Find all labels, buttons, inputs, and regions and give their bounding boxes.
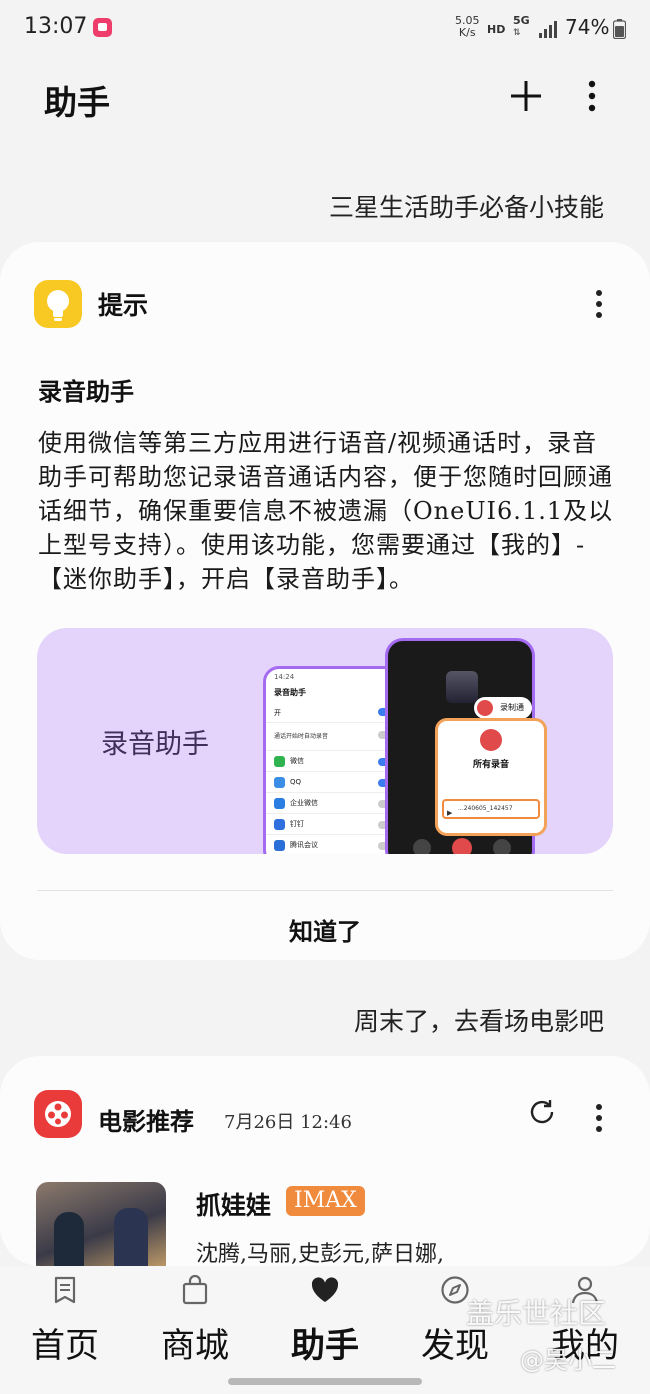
movie-card-more-button[interactable] [584, 1100, 614, 1136]
status-time: 13:07 [24, 14, 88, 39]
film-reel-icon [34, 1090, 82, 1138]
recording-file-name: ...240605_142457 [458, 805, 513, 812]
phone-settings-title: 录音助手 [274, 688, 306, 697]
call-controls [413, 838, 511, 854]
more-vertical-icon [596, 290, 602, 318]
tip-card-more-button[interactable] [584, 286, 614, 322]
app-name: 钉钉 [290, 820, 304, 828]
data-arrows-icon: ⇅ [513, 28, 521, 38]
phone-auto-record-label: 通话开始时自动录音 [274, 733, 329, 740]
all-recordings-label: 所有录音 [472, 760, 509, 770]
battery-icon [613, 19, 626, 39]
recorder-icon [480, 729, 502, 751]
app-icon [274, 756, 285, 767]
app-icon [274, 798, 285, 809]
app-name: 企业微信 [290, 799, 318, 807]
speaker-icon [493, 839, 511, 854]
phone-auto-record-row: 通话开始时自动录音 [266, 722, 400, 750]
network-type: 5G ⇅ [513, 15, 530, 39]
network-type-label: 5G [513, 14, 530, 27]
phone-main-toggle-label: 开 [274, 709, 281, 717]
phone-app-row: 钉钉 [266, 813, 400, 834]
phone-app-row: 微信 [266, 750, 400, 771]
got-it-button[interactable]: 知道了 [0, 912, 650, 947]
network-speed: 5.05 K/s [455, 15, 480, 39]
status-bar: 13:07 5.05 K/s HD 5G ⇅ 74% [0, 0, 650, 58]
phone-main-toggle-row: 开 [266, 700, 400, 722]
nav-label-home: 首页 [31, 1326, 99, 1366]
movie-cast: 沈腾,马丽,史彭元,萨日娜, [196, 1242, 444, 1266]
phone-mini-status: 14:24 [274, 673, 295, 681]
app-name: 腾讯会议 [290, 841, 318, 849]
battery-percent: 74% [565, 15, 610, 39]
movie-section-caption: 周末了，去看场电影吧 [353, 1007, 604, 1036]
phone-app-row: QQ [266, 771, 400, 792]
shopping-bag-icon [182, 1274, 208, 1305]
movie-poster[interactable] [36, 1182, 166, 1266]
poster-figure [54, 1212, 84, 1266]
nav-item-home[interactable]: 首页 [0, 1266, 130, 1376]
watermark-author: @吴小二 [520, 1346, 616, 1374]
poster-figure [114, 1208, 148, 1266]
nav-label-assistant: 助手 [291, 1326, 359, 1366]
home-indicator[interactable] [228, 1378, 422, 1385]
movie-card: 电影推荐 7月26日 12:46 抓娃娃 IMAX 沈腾,马丽,史彭元,萨日娜, [0, 1056, 650, 1266]
movie-name[interactable]: 抓娃娃 [196, 1186, 271, 1222]
microphone-icon [477, 700, 493, 716]
phone-app-list: 微信 QQ 企业微信钉钉腾讯会议 [266, 750, 400, 854]
home-doc-icon [54, 1276, 76, 1304]
record-call-pill: 录制通话 [474, 697, 532, 734]
movie-card-timestamp: 7月26日 12:46 [224, 1112, 352, 1133]
lightbulb-icon [34, 280, 82, 328]
banner-phone-settings: 14:24 录音助手 开 通话开始时自动录音 微信 QQ 企业微信钉钉腾讯会议 [263, 666, 403, 854]
network-speed-unit: K/s [458, 26, 476, 39]
app-icon [274, 777, 285, 788]
tip-banner-image: 录音助手 14:24 录音助手 开 通话开始时自动录音 微信 QQ 企业微信钉钉腾讯… [37, 628, 613, 854]
card-divider [37, 890, 613, 891]
hang-up-icon [452, 838, 472, 854]
hd-indicator: HD [487, 23, 506, 36]
nav-item-mall[interactable]: 商城 [130, 1266, 260, 1376]
heart-icon [311, 1277, 339, 1302]
refresh-icon [530, 1100, 554, 1124]
notification-app-icon [93, 18, 112, 37]
app-name: 微信 [290, 757, 304, 765]
app-icon [274, 840, 285, 851]
banner-label: 录音助手 [101, 729, 209, 760]
signal-icon [539, 21, 557, 38]
more-vertical-icon [596, 1104, 602, 1132]
app-name: QQ [290, 778, 302, 786]
phone-app-row: 企业微信 [266, 792, 400, 813]
page-title: 助手 [44, 83, 110, 122]
refresh-button[interactable] [526, 1096, 558, 1128]
header-more-button[interactable] [578, 76, 606, 116]
caller-avatar [446, 671, 478, 703]
plus-icon [511, 81, 541, 111]
mute-icon [413, 839, 431, 854]
tips-section-caption: 三星生活助手必备小技能 [328, 193, 604, 222]
imax-badge: IMAX [286, 1186, 365, 1216]
add-button[interactable] [506, 76, 546, 116]
tip-card-title: 提示 [98, 291, 149, 320]
banner-recordings-popup: 所有录音 ▶ ...240605_142457 [435, 718, 547, 836]
recording-file-row: ▶ ...240605_142457 [442, 799, 540, 819]
nav-label-mall: 商城 [161, 1326, 229, 1366]
watermark-text: 盖乐世社区 [466, 1297, 607, 1330]
tip-heading: 录音助手 [38, 377, 134, 406]
play-icon: ▶ [447, 809, 453, 817]
app-icon [274, 819, 285, 830]
more-vertical-icon [588, 80, 596, 112]
phone-app-row: 腾讯会议 [266, 834, 400, 854]
tip-body-text: 使用微信等第三方应用进行语音/视频通话时，录音助手可帮助您记录语音通话内容，便于… [38, 429, 614, 593]
movie-card-title: 电影推荐 [98, 1107, 194, 1136]
tip-card: 提示 录音助手 使用微信等第三方应用进行语音/视频通话时，录音助手可帮助您记录语… [0, 242, 650, 960]
nav-item-assistant[interactable]: 助手 [260, 1266, 390, 1376]
